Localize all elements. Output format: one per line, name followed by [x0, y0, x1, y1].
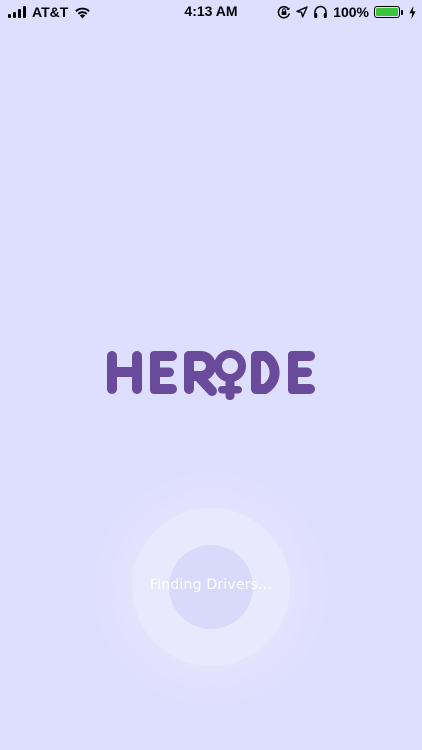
heride-logo	[107, 350, 315, 400]
logo-letter-e	[150, 351, 177, 394]
battery-percent: 100%	[333, 4, 369, 20]
logo-letter-r	[184, 351, 217, 396]
battery-icon	[374, 6, 403, 18]
screen-lock-icon	[277, 6, 291, 19]
logo-letter-e-2	[288, 351, 315, 394]
logo-letter-d	[251, 351, 280, 394]
status-bar-right: 100%	[277, 3, 416, 21]
splash-screen: AT&T 4:13 AM 100% Finding Drivers...	[0, 0, 422, 750]
battery-fill	[376, 8, 398, 16]
charging-icon	[409, 5, 416, 19]
logo-letter-h	[107, 351, 142, 394]
venus-icon	[214, 350, 246, 400]
headphones-icon	[314, 5, 327, 18]
location-icon	[296, 6, 308, 18]
status-bar: AT&T 4:13 AM 100%	[0, 0, 422, 24]
finding-drivers-label: Finding Drivers...	[149, 577, 273, 593]
